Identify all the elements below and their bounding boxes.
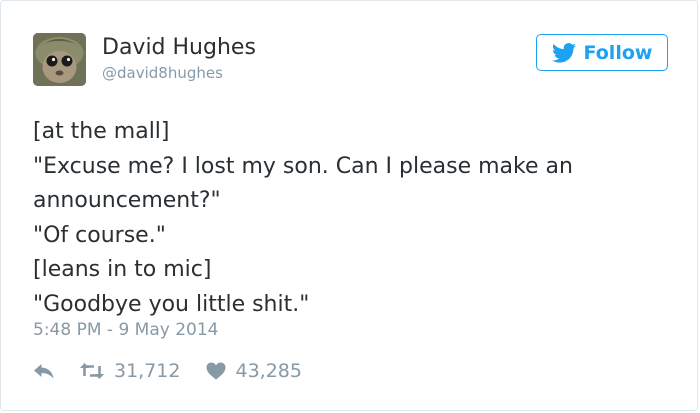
retweet-button[interactable]: 31,712 xyxy=(79,360,180,382)
like-count: 43,285 xyxy=(235,360,302,382)
tweet-line: "Goodbye you little shit." xyxy=(33,291,310,317)
user-name[interactable]: David Hughes xyxy=(102,34,256,62)
tweet-line: "Of course." xyxy=(33,222,166,248)
reply-icon xyxy=(34,364,54,379)
heart-icon xyxy=(206,362,226,380)
tweet-line: "Excuse me? I lost my son. Can I please … xyxy=(33,153,573,179)
twitter-bird-icon xyxy=(551,42,576,63)
avatar[interactable] xyxy=(33,33,86,86)
tweet-actions: 31,712 43,285 xyxy=(33,358,302,384)
tweet-line: announcement?" xyxy=(33,188,221,213)
retweet-icon xyxy=(80,363,104,379)
like-button[interactable]: 43,285 xyxy=(206,360,302,382)
reply-button[interactable] xyxy=(33,362,55,380)
tweet-timestamp[interactable]: 5:48 PM - 9 May 2014 xyxy=(33,319,218,341)
tweet-line: [at the mall] xyxy=(33,119,170,144)
tweet-line: [leans in to mic] xyxy=(33,257,212,282)
tweet-card: David Hughes @david8hughes Follow [at th… xyxy=(0,0,698,411)
user-handle[interactable]: @david8hughes xyxy=(102,63,223,83)
follow-label: Follow xyxy=(583,41,653,64)
retweet-count: 31,712 xyxy=(114,360,181,382)
tweet-text: [at the mall] "Excuse me? I lost my son.… xyxy=(33,115,673,322)
avatar-image xyxy=(33,33,86,86)
follow-button[interactable]: Follow xyxy=(536,34,668,71)
